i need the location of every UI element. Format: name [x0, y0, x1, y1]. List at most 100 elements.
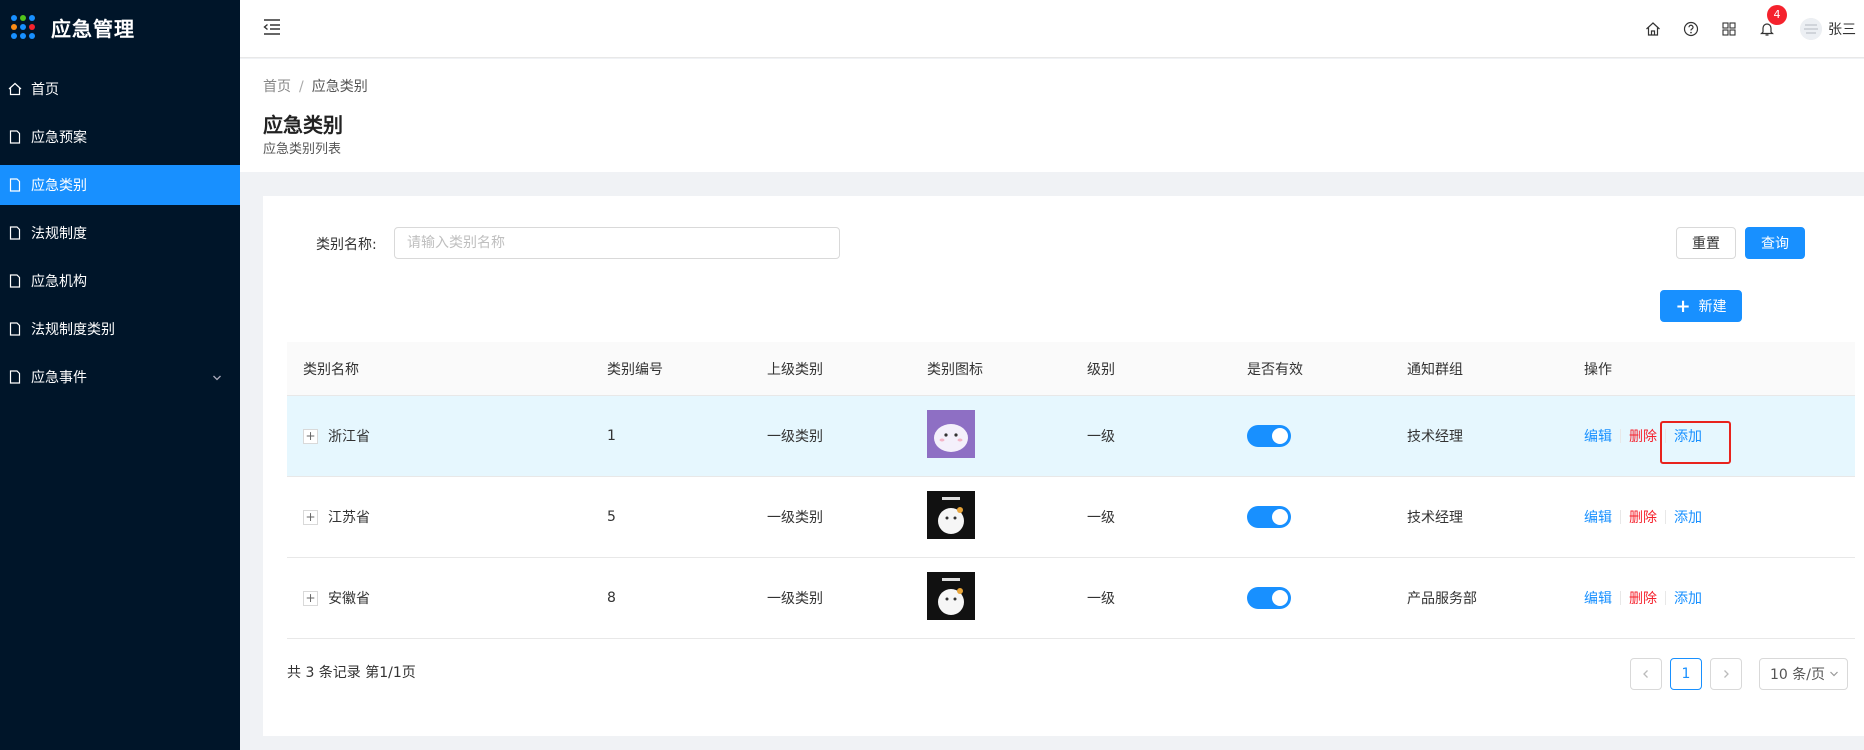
- apps-icon[interactable]: [1720, 20, 1738, 38]
- query-button[interactable]: 查询: [1745, 227, 1805, 259]
- sidebar-item-regulation-categories[interactable]: 法规制度类别: [0, 309, 240, 349]
- category-icon-cell: [927, 572, 1087, 624]
- column-header: 类别编号: [607, 361, 663, 378]
- divider: [1665, 429, 1666, 443]
- parent-category: 一级类别: [767, 510, 823, 526]
- table-row[interactable]: + 江苏省 5 一级类别 一级 技术经理 编辑 删除 添加: [287, 477, 1855, 558]
- divider: [1620, 510, 1621, 524]
- avatar[interactable]: [1800, 18, 1822, 40]
- sidebar-item-label: 应急类别: [31, 178, 87, 194]
- delete-link[interactable]: 删除: [1629, 588, 1657, 608]
- delete-link[interactable]: 删除: [1629, 507, 1657, 527]
- notify-group: 产品服务部: [1407, 591, 1477, 607]
- file-icon: [8, 322, 22, 336]
- category-code: 5: [607, 509, 616, 525]
- add-link[interactable]: 添加: [1674, 426, 1702, 446]
- column-header: 级别: [1087, 361, 1115, 378]
- category-name-input[interactable]: [394, 227, 840, 259]
- name-cell: + 安徽省: [287, 588, 607, 608]
- page-subtitle: 应急类别列表: [263, 142, 342, 157]
- username[interactable]: 张三: [1828, 19, 1856, 39]
- table-row[interactable]: + 浙江省 1 一级类别 一级 技术经理 编辑 删除 添加: [287, 396, 1855, 477]
- delete-link[interactable]: 删除: [1629, 426, 1657, 446]
- page-size-value: 10 条/页: [1770, 667, 1825, 683]
- home-icon: [8, 82, 22, 96]
- chevron-down-icon: [1830, 671, 1838, 677]
- category-thumbnail-icon: [927, 410, 975, 458]
- page-title: 应急类别: [263, 113, 343, 137]
- valid-cell: [1247, 587, 1407, 609]
- prev-page-button[interactable]: [1630, 658, 1662, 690]
- file-icon: [8, 130, 22, 144]
- notify-group: 技术经理: [1407, 510, 1463, 526]
- category-icon-cell: [927, 410, 1087, 462]
- next-page-button[interactable]: [1710, 658, 1742, 690]
- pagination-summary: 共 3 条记录 第1/1页: [287, 665, 416, 681]
- category-code: 1: [607, 428, 616, 444]
- breadcrumb-current: 应急类别: [311, 79, 368, 95]
- edit-link[interactable]: 编辑: [1584, 507, 1612, 527]
- add-link[interactable]: 添加: [1674, 588, 1702, 608]
- column-header: 通知群组: [1407, 361, 1463, 378]
- reset-button[interactable]: 重置: [1676, 227, 1736, 259]
- expand-icon[interactable]: +: [303, 590, 318, 606]
- divider: [1620, 591, 1621, 605]
- column-header: 操作: [1584, 361, 1612, 378]
- content-card: 类别名称: 重置 查询 + 新建 类别名称 类别编号 上级类别 类别图标 级别 …: [263, 196, 1864, 736]
- chevron-down-icon[interactable]: [212, 371, 222, 381]
- new-button[interactable]: + 新建: [1660, 290, 1742, 322]
- notify-group: 技术经理: [1407, 429, 1463, 445]
- expand-icon[interactable]: +: [303, 509, 318, 525]
- valid-toggle[interactable]: [1247, 425, 1291, 447]
- home-icon[interactable]: [1644, 20, 1662, 38]
- sidebar-item-home[interactable]: 首页: [0, 69, 240, 109]
- sidebar-item-plans[interactable]: 应急预案: [0, 117, 240, 157]
- category-icon-cell: [927, 491, 1087, 543]
- plus-icon: +: [1675, 295, 1691, 317]
- name-cell: + 浙江省: [287, 426, 607, 446]
- sidebar-item-agencies[interactable]: 应急机构: [0, 261, 240, 301]
- category-name: 浙江省: [328, 429, 370, 445]
- valid-toggle[interactable]: [1247, 506, 1291, 528]
- sidebar-item-regulations[interactable]: 法规制度: [0, 213, 240, 253]
- valid-cell: [1247, 506, 1407, 528]
- logo[interactable]: 应急管理: [0, 0, 240, 54]
- file-icon: [8, 370, 22, 384]
- chevron-right-icon: [1724, 670, 1729, 678]
- help-icon[interactable]: [1682, 20, 1700, 38]
- table-row[interactable]: + 安徽省 8 一级类别 一级 产品服务部 编辑 删除 添加: [287, 558, 1855, 639]
- expand-icon[interactable]: +: [303, 428, 318, 444]
- valid-cell: [1247, 425, 1407, 447]
- sidebar-item-label: 应急机构: [31, 274, 87, 290]
- edit-link[interactable]: 编辑: [1584, 426, 1612, 446]
- bell-icon[interactable]: 4: [1758, 5, 1787, 38]
- file-icon: [8, 226, 22, 240]
- file-icon: [8, 178, 22, 192]
- sidebar-item-events[interactable]: 应急事件: [0, 357, 240, 397]
- page-size-select[interactable]: 10 条/页: [1759, 658, 1848, 690]
- valid-toggle[interactable]: [1247, 587, 1291, 609]
- category-level: 一级: [1087, 510, 1115, 526]
- category-level: 一级: [1087, 429, 1115, 445]
- notification-badge: 4: [1767, 5, 1787, 25]
- page-header: 首页 / 应急类别 应急类别 应急类别列表: [240, 59, 1864, 172]
- parent-category: 一级类别: [767, 429, 823, 445]
- category-thumbnail-icon: [927, 491, 975, 539]
- category-name: 安徽省: [328, 591, 370, 607]
- breadcrumb-home[interactable]: 首页: [263, 79, 291, 95]
- page-number[interactable]: 1: [1670, 658, 1702, 690]
- app-title: 应急管理: [51, 16, 135, 41]
- sidebar-item-categories[interactable]: 应急类别: [0, 165, 240, 205]
- edit-link[interactable]: 编辑: [1584, 588, 1612, 608]
- menu-fold-icon[interactable]: [262, 18, 282, 36]
- top-header: 4 张三: [240, 0, 1864, 58]
- new-button-label: 新建: [1698, 299, 1727, 315]
- divider: [1665, 510, 1666, 524]
- file-icon: [8, 274, 22, 288]
- category-level: 一级: [1087, 591, 1115, 607]
- category-thumbnail-icon: [927, 572, 975, 620]
- breadcrumb-separator: /: [299, 79, 304, 95]
- logo-grid-icon: [11, 15, 35, 39]
- add-link[interactable]: 添加: [1674, 507, 1702, 527]
- chevron-left-icon: [1643, 670, 1648, 678]
